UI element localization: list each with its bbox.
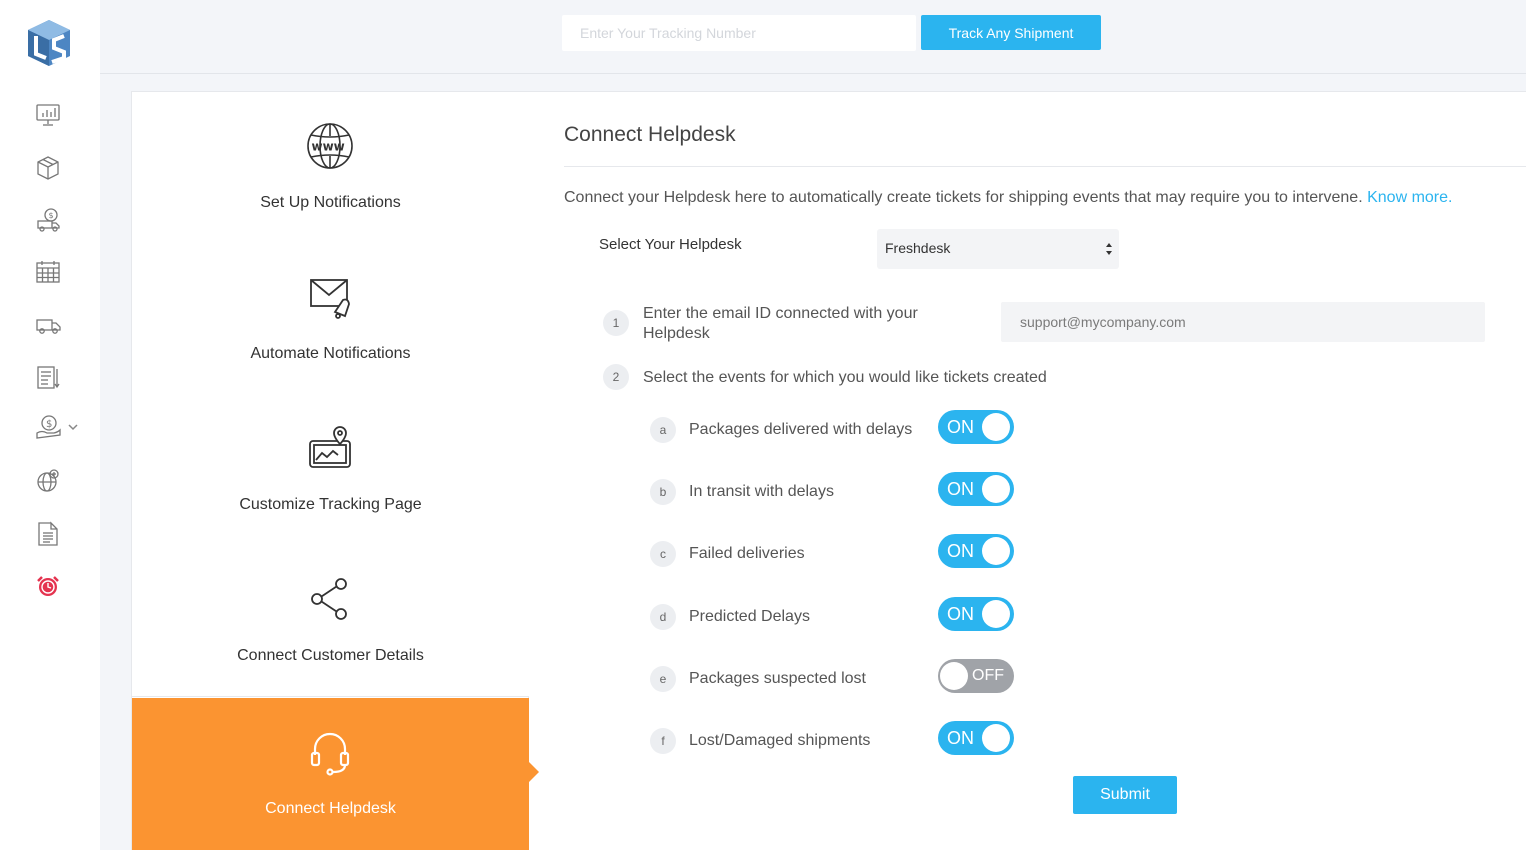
toggle-knob — [982, 724, 1010, 752]
toggle-knob — [982, 537, 1010, 565]
step-number-badge: 2 — [603, 364, 629, 390]
event-label: Packages suspected lost — [689, 670, 866, 687]
event-label: In transit with delays — [689, 483, 834, 500]
delivery-truck-icon[interactable] — [32, 309, 64, 341]
intro-description: Connect your Helpdesk here to automatica… — [564, 189, 1363, 206]
event-toggle[interactable]: ON — [938, 410, 1014, 444]
icon-sidebar: $ $ — [0, 0, 100, 850]
event-row: e Packages suspected lost OFF — [529, 659, 1526, 699]
page-title: Connect Helpdesk — [564, 123, 736, 146]
dashboard-icon[interactable] — [32, 99, 64, 131]
toggle-knob — [940, 662, 968, 690]
intro-text: Connect your Helpdesk here to automatica… — [564, 189, 1452, 207]
helpdesk-select-label: Select Your Helpdesk — [599, 236, 742, 253]
share-icon — [304, 573, 356, 625]
headset-icon — [304, 726, 356, 778]
step-customize-tracking-page[interactable]: Customize Tracking Page — [132, 394, 529, 546]
step-set-up-notifications[interactable]: www Set Up Notifications — [132, 92, 529, 244]
step-label: Automate Notifications — [250, 345, 411, 362]
event-letter-badge: f — [650, 728, 676, 754]
event-toggle[interactable]: ON — [938, 597, 1014, 631]
toggle-state-text: OFF — [972, 667, 1004, 684]
event-toggle[interactable]: ON — [938, 472, 1014, 506]
select-arrows-icon — [1106, 243, 1112, 255]
mail-bell-icon — [304, 271, 356, 323]
event-toggle[interactable]: OFF — [938, 659, 1014, 693]
toggle-knob — [982, 600, 1010, 628]
setup-steps-list: www Set Up Notifications Automate Notifi… — [132, 92, 539, 850]
email-question-text: Enter the email ID connected with your H… — [643, 305, 918, 342]
step-label: Connect Customer Details — [237, 647, 424, 664]
step-connect-helpdesk[interactable]: Connect Helpdesk — [132, 698, 539, 850]
settings-card: www Set Up Notifications Automate Notifi… — [131, 91, 1526, 850]
toggle-state-text: ON — [947, 541, 974, 561]
www-globe-icon: www — [304, 120, 356, 172]
event-toggle[interactable]: ON — [938, 721, 1014, 755]
event-row: f Lost/Damaged shipments ON — [529, 721, 1526, 761]
track-shipment-button[interactable]: Track Any Shipment — [921, 15, 1101, 50]
helpdesk-panel: Connect Helpdesk Connect your Helpdesk h… — [529, 92, 1526, 850]
package-icon[interactable] — [32, 152, 64, 184]
alarm-icon[interactable] — [32, 570, 64, 602]
toggle-state-text: ON — [947, 728, 974, 748]
event-letter-badge: d — [650, 604, 676, 630]
tracking-map-icon — [304, 422, 356, 474]
helpdesk-select[interactable]: Freshdesk — [877, 229, 1119, 269]
event-label: Packages delivered with delays — [689, 421, 913, 438]
events-question-text: Select the events for which you would li… — [643, 369, 1047, 386]
event-letter-badge: e — [650, 666, 676, 692]
toggle-knob — [982, 413, 1010, 441]
tracking-number-input[interactable] — [562, 15, 916, 51]
toggle-state-text: ON — [947, 417, 974, 437]
report-icon[interactable] — [32, 361, 64, 393]
event-letter-badge: b — [650, 479, 676, 505]
submit-button[interactable]: Submit — [1073, 776, 1177, 814]
event-row: a Packages delivered with delays ON — [529, 410, 1526, 450]
event-row: d Predicted Delays ON — [529, 597, 1526, 637]
step-connect-customer-details[interactable]: Connect Customer Details — [132, 545, 529, 697]
top-bar: Track Any Shipment — [100, 0, 1526, 74]
cod-truck-icon[interactable]: $ — [32, 204, 64, 236]
svg-text:$: $ — [46, 419, 52, 430]
event-toggle[interactable]: ON — [938, 534, 1014, 568]
toggle-state-text: ON — [947, 479, 974, 499]
event-letter-badge: a — [650, 417, 676, 443]
event-label: Failed deliveries — [689, 545, 805, 562]
helpdesk-email-input[interactable] — [1001, 302, 1485, 342]
svg-text:www: www — [312, 140, 345, 154]
event-row: b In transit with delays ON — [529, 472, 1526, 512]
step-label: Connect Helpdesk — [265, 800, 396, 817]
global-icon[interactable] — [32, 465, 64, 497]
document-icon[interactable] — [32, 518, 64, 550]
event-letter-badge: c — [650, 541, 676, 567]
calendar-icon[interactable] — [32, 256, 64, 288]
event-label: Lost/Damaged shipments — [689, 732, 871, 749]
ls-logo-icon[interactable] — [24, 18, 74, 68]
step-automate-notifications[interactable]: Automate Notifications — [132, 243, 529, 395]
step-number-badge: 1 — [603, 310, 629, 336]
toggle-state-text: ON — [947, 604, 974, 624]
chevron-down-icon[interactable] — [66, 420, 80, 434]
divider — [564, 166, 1526, 167]
svg-text:$: $ — [49, 211, 54, 220]
step-label: Customize Tracking Page — [239, 496, 422, 513]
payments-icon[interactable]: $ — [32, 411, 64, 443]
toggle-knob — [982, 475, 1010, 503]
helpdesk-selected-value: Freshdesk — [885, 240, 951, 256]
event-row: c Failed deliveries ON — [529, 534, 1526, 574]
event-label: Predicted Delays — [689, 608, 810, 625]
step-label: Set Up Notifications — [260, 194, 401, 211]
know-more-link[interactable]: Know more. — [1367, 189, 1452, 206]
